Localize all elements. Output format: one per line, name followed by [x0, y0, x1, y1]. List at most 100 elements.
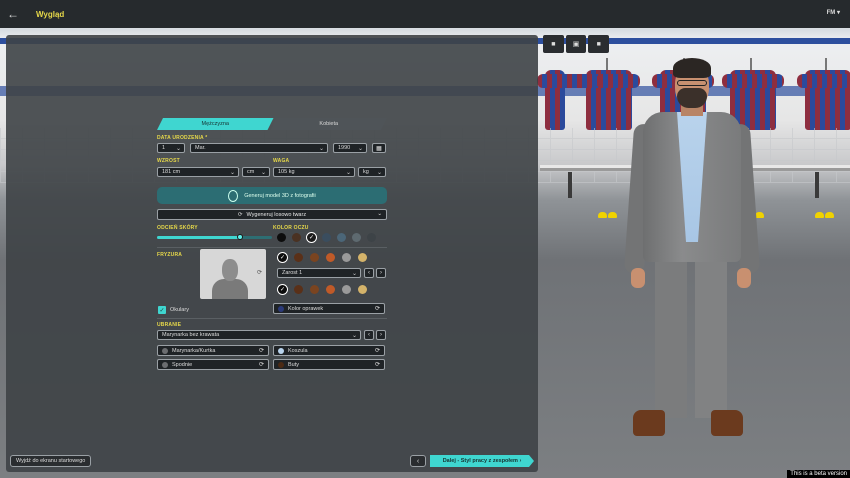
next-button[interactable]: Dalej - Styl pracy z zespołem › [430, 455, 534, 467]
outfit-next-icon[interactable]: › [376, 330, 386, 340]
hair-color-swatch[interactable] [310, 253, 319, 262]
check-icon: ✓ [279, 287, 286, 293]
eye-color-label: KOLOR OCZU [273, 225, 309, 231]
stop-icon[interactable]: ■ [588, 35, 610, 53]
frame-color-select[interactable]: Kolor oprawek ⟳ [273, 303, 385, 314]
tab-female[interactable]: Kobieta [271, 118, 388, 130]
camera-icon[interactable]: ■ [543, 35, 564, 53]
chevron-down-icon: ⌄ [318, 146, 324, 152]
exit-to-start-button[interactable]: Wyjdź do ekranu startowego [10, 455, 92, 467]
chevron-right-icon: › [519, 458, 522, 464]
beta-notice: This is a beta version [787, 470, 850, 478]
top-bar: ← Wygląd FM ▾ [0, 0, 850, 28]
trousers-color-select[interactable]: Spodnie ⟳ [157, 359, 269, 370]
birth-year-select[interactable]: 1990 ⌄ [333, 143, 367, 153]
chevron-down-icon: ▾ [836, 10, 840, 16]
eye-color-swatch[interactable]: ✓ [307, 233, 316, 242]
shirt-color-dot [278, 347, 284, 354]
face-scan-icon [228, 189, 239, 202]
page-title: Wygląd [36, 9, 65, 19]
beard-next-icon[interactable]: › [376, 268, 386, 278]
eye-color-swatch[interactable] [292, 233, 301, 242]
refresh-icon[interactable]: ⟳ [375, 305, 380, 312]
eye-color-swatch[interactable] [352, 233, 361, 242]
glasses-label: Okulary [170, 307, 189, 313]
beard-color-swatch[interactable] [342, 285, 351, 294]
eye-color-swatch[interactable] [337, 233, 346, 242]
chevron-down-icon: ⌄ [175, 146, 181, 152]
height-input[interactable]: 181 cm ⌄ [157, 167, 239, 177]
clothing-label: UBRANIE [157, 322, 182, 328]
refresh-icon[interactable]: ⟳ [375, 347, 380, 354]
height-unit-select[interactable]: cm ⌄ [242, 167, 270, 177]
skin-tone-slider[interactable] [157, 234, 272, 240]
check-icon: ✓ [279, 255, 286, 261]
shoes-color-select[interactable]: Buty ⟳ [273, 359, 385, 370]
hair-color-swatch[interactable] [358, 253, 367, 262]
eye-color-swatch[interactable] [367, 233, 376, 242]
beard-color-swatch[interactable]: ✓ [278, 285, 287, 294]
height-label: WZROST [157, 158, 180, 164]
chevron-down-icon: ⌄ [345, 170, 351, 176]
jacket-color-dot [162, 347, 168, 354]
manager-3d-model[interactable] [623, 58, 761, 443]
weight-label: WAGA [273, 158, 290, 164]
beard-color-swatch[interactable] [358, 285, 367, 294]
outfit-select[interactable]: Marynarka bez krawata ⌄ [157, 330, 361, 340]
hair-color-swatch[interactable] [342, 253, 351, 262]
previous-button[interactable]: ‹ [410, 455, 426, 467]
chevron-down-icon: ⌄ [229, 170, 235, 176]
refresh-icon: ⟳ [237, 211, 243, 218]
hairstyle-preview[interactable]: ⟳ [200, 249, 266, 299]
chevron-down-icon: ⌄ [357, 146, 363, 152]
hair-color-swatch[interactable] [294, 253, 303, 262]
outfit-prev-icon[interactable]: ‹ [364, 330, 374, 340]
rotate-icon[interactable]: ⟳ [257, 269, 262, 276]
frame-color-dot [278, 305, 284, 312]
camera-controls: ■ ▣ ■ [543, 35, 610, 53]
birth-day-select[interactable]: 1 ⌄ [157, 143, 185, 153]
beard-color-swatch[interactable] [310, 285, 319, 294]
chevron-down-icon: ⌄ [351, 271, 357, 277]
calendar-icon[interactable]: ▦ [372, 143, 386, 153]
check-icon: ✓ [308, 235, 315, 241]
eye-color-swatch[interactable] [277, 233, 286, 242]
beard-prev-icon[interactable]: ‹ [364, 268, 374, 278]
trousers-color-dot [162, 361, 168, 368]
birth-month-select[interactable]: Mar. ⌄ [190, 143, 328, 153]
beard-color-swatch[interactable] [294, 285, 303, 294]
jacket-color-select[interactable]: Marynarka/Kurtka ⟳ [157, 345, 269, 356]
chevron-down-icon: ⌄ [260, 170, 266, 176]
skin-tone-fill [157, 236, 240, 239]
shoes-color-dot [278, 361, 284, 368]
refresh-icon[interactable]: ⟳ [259, 347, 264, 354]
back-arrow-icon[interactable]: ← [0, 0, 26, 28]
beard-color-swatch[interactable] [326, 285, 335, 294]
tab-male[interactable]: Mężczyzna [157, 118, 274, 130]
shirt-color-select[interactable]: Koszula ⟳ [273, 345, 385, 356]
generate-from-photo-button[interactable]: Generuj model 3D z fotografii [157, 187, 387, 204]
fm-menu-button[interactable]: FM ▾ [827, 9, 840, 16]
refresh-icon[interactable]: ⟳ [375, 361, 380, 368]
refresh-icon[interactable]: ⟳ [259, 361, 264, 368]
chevron-down-icon: ⌄ [376, 170, 382, 176]
eye-color-swatch[interactable] [322, 233, 331, 242]
divider [157, 247, 387, 248]
birth-date-label: DATA URODZENIA * [157, 135, 208, 141]
chevron-down-icon[interactable]: ⌄ [377, 211, 382, 217]
chevron-down-icon: ⌄ [351, 333, 357, 339]
hairstyle-label: FRYZURA [157, 252, 183, 258]
hair-color-swatch[interactable]: ✓ [278, 253, 287, 262]
beard-select[interactable]: Zarost 1 ⌄ [277, 268, 361, 278]
skin-tone-label: ODCIEŃ SKÓRY [157, 225, 198, 231]
slider-handle[interactable] [236, 234, 243, 240]
hair-color-swatch[interactable] [326, 253, 335, 262]
weight-input[interactable]: 105 kg ⌄ [273, 167, 355, 177]
save-icon[interactable]: ▣ [565, 35, 587, 53]
random-face-button[interactable]: ⟳ Wygeneruj losowo twarz ⌄ [157, 209, 387, 220]
gender-tabs: Mężczyzna Kobieta [157, 118, 387, 130]
appearance-panel [6, 35, 538, 472]
divider [157, 318, 387, 319]
weight-unit-select[interactable]: kg ⌄ [358, 167, 386, 177]
glasses-checkbox[interactable]: ✓ [158, 306, 166, 314]
